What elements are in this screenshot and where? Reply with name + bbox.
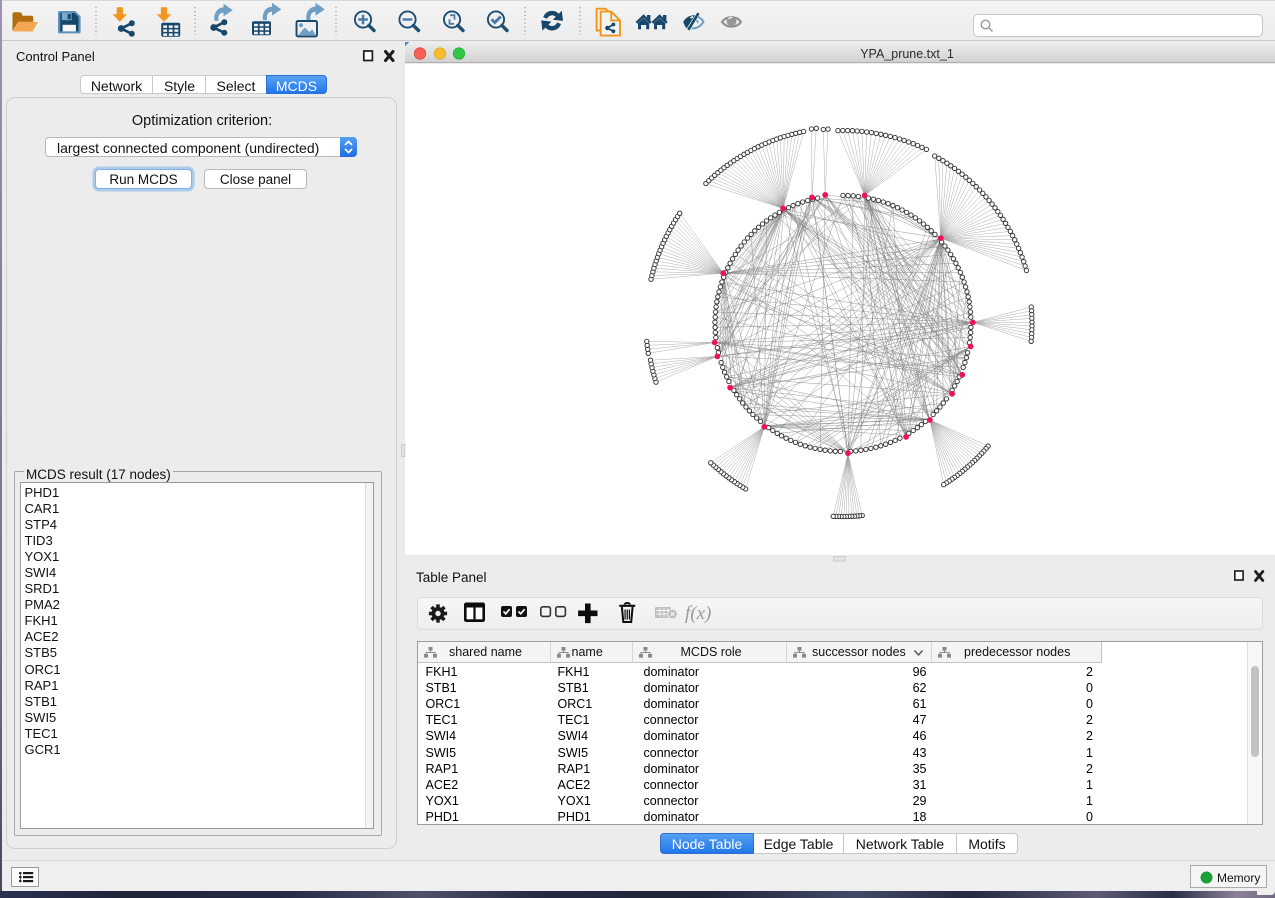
svg-text:f(x): f(x) [685,603,711,624]
